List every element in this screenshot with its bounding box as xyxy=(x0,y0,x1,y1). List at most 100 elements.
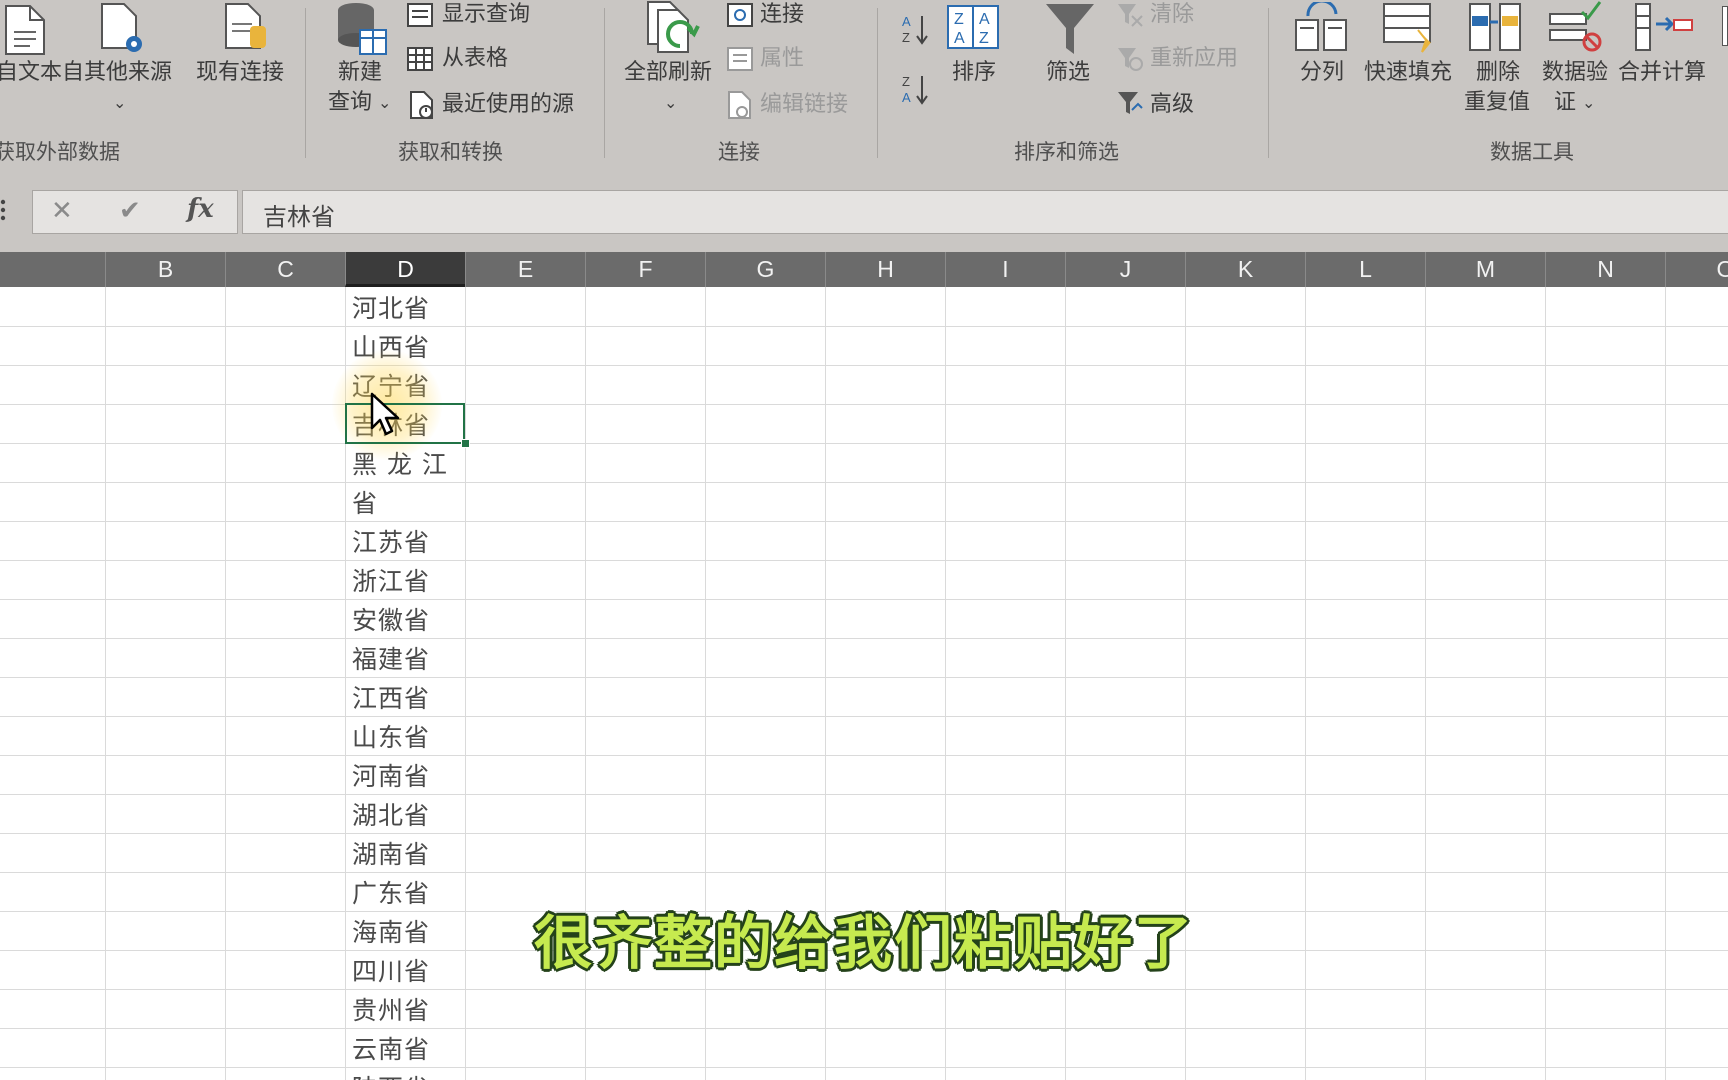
svg-text:Z: Z xyxy=(902,30,910,45)
grid-row-line xyxy=(0,404,1728,405)
chevron-down-icon[interactable]: ⌄ xyxy=(664,90,677,116)
column-header-i[interactable]: I xyxy=(945,252,1065,287)
cell-d11[interactable]: 江西省 xyxy=(352,679,430,715)
column-header-n[interactable]: N xyxy=(1545,252,1665,287)
group-separator xyxy=(305,8,306,158)
insert-function-icon[interactable]: fx xyxy=(187,194,214,224)
column-header-f[interactable]: F xyxy=(585,252,705,287)
column-header-g[interactable]: G xyxy=(705,252,825,287)
consolidate-button[interactable]: 合并计算 xyxy=(1618,60,1706,86)
grid-row-line xyxy=(0,1028,1728,1029)
active-cell-border[interactable] xyxy=(345,403,465,444)
drag-handle-icon[interactable] xyxy=(0,196,6,224)
recent-sources-icon xyxy=(408,90,436,124)
grid-row-line xyxy=(0,482,1728,483)
from-table-button[interactable]: 从表格 xyxy=(442,46,508,72)
advanced-button[interactable]: 高级 xyxy=(1150,92,1194,118)
group-separator xyxy=(877,8,878,158)
column-header-j[interactable]: J xyxy=(1065,252,1185,287)
column-header-m[interactable]: M xyxy=(1425,252,1545,287)
chevron-down-icon[interactable]: ⌄ xyxy=(1582,90,1595,116)
refresh-all-button[interactable]: 全部刷新 xyxy=(624,60,712,86)
new-query-label-2[interactable]: 查询 xyxy=(328,90,372,116)
grid-row-line xyxy=(0,794,1728,795)
sort-descending-icon[interactable]: ZA xyxy=(900,72,930,112)
new-query-icon xyxy=(330,0,390,62)
data-validation-label-1[interactable]: 数据验 xyxy=(1542,60,1608,86)
enter-icon[interactable]: ✔ xyxy=(119,196,141,226)
video-subtitle: 很齐整的给我们粘贴好了 xyxy=(533,909,1194,977)
from-table-icon xyxy=(406,46,434,76)
grid-row-line xyxy=(0,560,1728,561)
recent-sources-button[interactable]: 最近使用的源 xyxy=(442,92,574,118)
filter-icon xyxy=(1044,2,1096,60)
sort-icon: ZAAZ xyxy=(946,4,1000,54)
column-header-l[interactable]: L xyxy=(1305,252,1425,287)
chevron-down-icon[interactable]: ⌄ xyxy=(113,90,126,116)
cell-d10[interactable]: 福建省 xyxy=(352,640,430,676)
cell-d12[interactable]: 山东省 xyxy=(352,718,430,754)
chevron-down-icon[interactable]: ⌄ xyxy=(378,90,391,116)
grid-row-line xyxy=(0,833,1728,834)
edit-links-button[interactable]: 编辑链接 xyxy=(760,92,848,118)
show-queries-button[interactable]: 显示查询 xyxy=(442,2,530,28)
cell-d13[interactable]: 河南省 xyxy=(352,757,430,793)
cell-d8[interactable]: 浙江省 xyxy=(352,562,430,598)
formula-value: 吉林省 xyxy=(263,203,335,231)
column-header-h[interactable]: H xyxy=(825,252,945,287)
existing-connections-button[interactable]: 现有连接 xyxy=(196,60,284,86)
data-validation-label-2[interactable]: 证 xyxy=(1554,90,1576,116)
column-header-a[interactable] xyxy=(0,252,105,287)
connections-icon xyxy=(726,2,754,32)
relationships-icon[interactable] xyxy=(1721,5,1728,50)
grid-row-line xyxy=(0,365,1728,366)
svg-text:A: A xyxy=(954,30,965,47)
column-header-d[interactable]: D xyxy=(345,252,465,287)
cell-d7[interactable]: 江苏省 xyxy=(352,523,430,559)
formula-input[interactable]: 吉林省 xyxy=(242,190,1728,234)
flash-fill-button[interactable]: 快速填充 xyxy=(1364,60,1452,86)
clear-button[interactable]: 清除 xyxy=(1150,2,1194,28)
advanced-filter-icon xyxy=(1116,90,1144,122)
grid-row-line xyxy=(0,1067,1728,1068)
svg-text:A: A xyxy=(902,90,911,105)
column-header-b[interactable]: B xyxy=(105,252,225,287)
remove-duplicates-label-2[interactable]: 重复值 xyxy=(1464,90,1530,116)
column-header-c[interactable]: C xyxy=(225,252,345,287)
cell-d21[interactable]: 陕西省 xyxy=(352,1069,430,1080)
other-sources-button[interactable]: 自其他来源 xyxy=(62,60,172,86)
connections-button[interactable]: 连接 xyxy=(760,2,804,28)
group-label-get-external: 获取外部数据 xyxy=(0,140,120,164)
sort-button[interactable]: 排序 xyxy=(952,60,996,86)
column-header-e[interactable]: E xyxy=(465,252,585,287)
svg-text:A: A xyxy=(979,11,990,28)
cell-d9[interactable]: 安徽省 xyxy=(352,601,430,637)
new-query-label-1[interactable]: 新建 xyxy=(338,60,382,86)
show-queries-icon xyxy=(406,2,434,32)
fill-handle[interactable] xyxy=(461,439,470,448)
reapply-button[interactable]: 重新应用 xyxy=(1150,46,1238,72)
edit-links-icon xyxy=(726,90,754,124)
grid-row-line xyxy=(0,677,1728,678)
cell-d15[interactable]: 湖南省 xyxy=(352,835,430,871)
filter-button[interactable]: 筛选 xyxy=(1046,60,1090,86)
grid-row-line xyxy=(0,872,1728,873)
sort-ascending-icon[interactable]: AZ xyxy=(900,12,930,52)
properties-button[interactable]: 属性 xyxy=(760,46,804,72)
cell-d6[interactable]: 省 xyxy=(352,484,378,520)
column-header-o[interactable]: O xyxy=(1665,252,1728,287)
column-header-row: BCDEFGHIJKLMNO xyxy=(0,252,1728,287)
cell-d20[interactable]: 云南省 xyxy=(352,1030,430,1066)
cell-d19[interactable]: 贵州省 xyxy=(352,991,430,1027)
grid-row-line xyxy=(0,989,1728,990)
grid-row-line xyxy=(0,521,1728,522)
column-header-k[interactable]: K xyxy=(1185,252,1305,287)
text-to-columns-button[interactable]: 分列 xyxy=(1300,60,1344,86)
cell-d1[interactable]: 河北省 xyxy=(352,289,430,325)
from-text-button[interactable]: 自文本 xyxy=(0,60,62,86)
cell-d14[interactable]: 湖北省 xyxy=(352,796,430,832)
grid-row-line xyxy=(0,755,1728,756)
cancel-icon[interactable]: ✕ xyxy=(51,196,73,226)
from-text-icon xyxy=(2,4,48,60)
remove-duplicates-label-1[interactable]: 删除 xyxy=(1476,60,1520,86)
